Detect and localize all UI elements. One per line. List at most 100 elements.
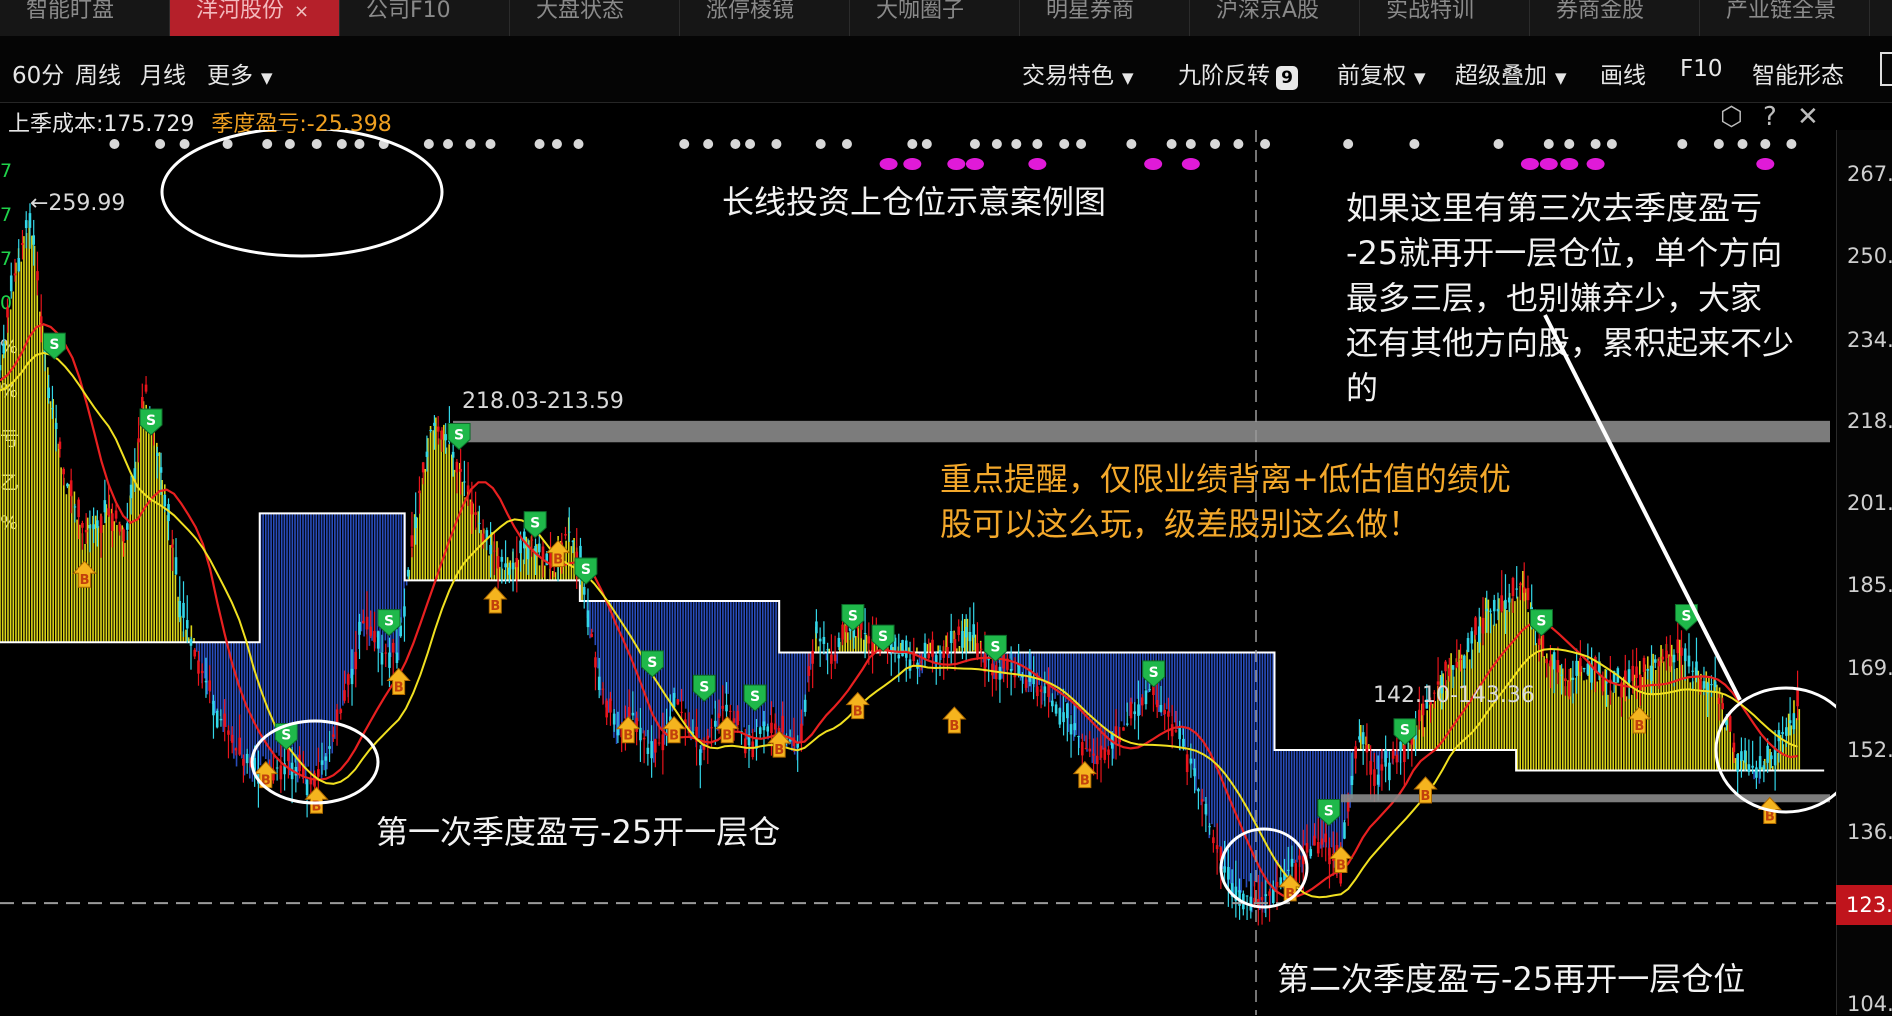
candle-body — [1125, 723, 1129, 725]
candle-body — [650, 741, 653, 759]
high-price-label: ←259.99 — [30, 191, 125, 216]
caret-down-icon: ▼ — [1414, 69, 1426, 87]
candle-body — [1507, 597, 1511, 603]
candle-body — [1380, 764, 1384, 771]
candle-body — [1290, 858, 1294, 867]
more-periods-dropdown[interactable]: 更多 ▼ — [207, 56, 273, 90]
candle-body — [904, 640, 908, 658]
chart-corner-icons: ⬡ ? ✕ — [1720, 102, 1831, 132]
candle-body — [1721, 703, 1724, 709]
candle-body — [474, 512, 477, 515]
candle-body — [395, 652, 399, 664]
signal-dot — [1076, 139, 1087, 149]
top-right-note-line: 如果这里有第三次去季度盈亏 — [1346, 189, 1762, 227]
candle-body — [1095, 755, 1099, 765]
period-60min-button[interactable]: 60分 — [12, 56, 64, 90]
candle-body — [1043, 686, 1047, 694]
sell-letter: S — [1536, 614, 1546, 630]
candle-body — [1140, 697, 1144, 706]
settings-hex-icon[interactable]: ⬡ — [1720, 102, 1743, 132]
candle-body — [81, 522, 84, 528]
candle-body — [391, 642, 395, 653]
candle-body — [429, 430, 432, 432]
candle-body — [751, 741, 755, 758]
signal-dot-magenta — [1756, 158, 1775, 170]
signal-dot-magenta — [1028, 158, 1047, 170]
candle-body — [766, 726, 770, 732]
close-icon[interactable]: ✕ — [1797, 102, 1819, 132]
candle-body — [1717, 697, 1721, 704]
tab-9[interactable]: 券商金股 — [1530, 0, 1700, 36]
candle-body — [96, 520, 99, 528]
candle-body — [961, 631, 964, 648]
candle-body — [1571, 677, 1575, 680]
signal-dot — [745, 139, 756, 149]
candle-body — [822, 636, 826, 644]
candle-body — [1770, 755, 1773, 760]
trade-feature-dropdown[interactable]: 交易特色 ▼ — [1022, 56, 1134, 90]
signal-dot — [1564, 139, 1575, 149]
tab-1[interactable]: 洋河股份 × — [170, 0, 340, 36]
candle-body — [1391, 749, 1395, 759]
buy-letter: B — [949, 719, 959, 734]
candle-body — [676, 699, 680, 705]
period-weekly-button[interactable]: 周线 — [75, 56, 121, 90]
overlay-dropdown[interactable]: 超级叠加 ▼ — [1455, 56, 1567, 90]
period-monthly-button[interactable]: 月线 — [140, 56, 186, 90]
candle-body — [1133, 711, 1137, 715]
candle-body — [1376, 774, 1380, 785]
nine-reversal-button[interactable]: 九阶反转 9 — [1178, 56, 1298, 90]
candle-body — [358, 621, 361, 635]
candle-body — [0, 365, 2, 371]
candle-body — [1148, 689, 1152, 691]
support-band-label: 142.10-143.36 — [1373, 683, 1535, 708]
candle-body — [1058, 708, 1062, 725]
tab-label: 大盘状态 — [536, 0, 625, 23]
tab-2[interactable]: 公司F10 — [340, 0, 510, 36]
candle-body — [129, 484, 133, 499]
draw-line-button[interactable]: 画线 — [1600, 56, 1646, 90]
candle-body — [425, 451, 429, 457]
signal-dot — [969, 139, 980, 149]
candle-body — [979, 648, 983, 650]
candle-body — [339, 709, 343, 713]
signal-dot-magenta — [903, 158, 922, 170]
candle-body — [36, 271, 39, 281]
y-tick-label: 201. — [1847, 491, 1892, 515]
candle-body — [1638, 674, 1642, 691]
tab-close-icon[interactable]: × — [294, 1, 309, 22]
tab-3[interactable]: 大盘状态 — [510, 0, 680, 36]
candle-body — [567, 531, 571, 533]
candle-body — [710, 727, 713, 729]
candle-body — [380, 652, 384, 665]
tab-6[interactable]: 明星券商 — [1020, 0, 1190, 36]
signal-dot — [284, 139, 295, 149]
tab-10[interactable]: 产业链全景 — [1700, 0, 1870, 36]
tab-8[interactable]: 实战特训 — [1360, 0, 1530, 36]
candle-body — [781, 715, 784, 733]
candle-body — [901, 640, 904, 657]
sell-letter: S — [878, 629, 888, 645]
f10-button[interactable]: F10 — [1680, 56, 1723, 82]
signal-dot-magenta — [1586, 158, 1605, 170]
adjust-dropdown[interactable]: 前复权 ▼ — [1337, 56, 1426, 90]
candle-body — [964, 627, 968, 638]
candle-body — [1099, 745, 1103, 758]
signal-dot — [1343, 139, 1354, 149]
smart-shape-button[interactable]: 智能形态 — [1752, 56, 1844, 90]
tab-7[interactable]: 沪深京A股 — [1190, 0, 1360, 36]
tab-5[interactable]: 大咖圈子 — [850, 0, 1020, 36]
tab-4[interactable]: 涨停棱镜 — [680, 0, 850, 36]
tab-0[interactable]: 智能盯盘 — [0, 0, 170, 36]
candle-body — [185, 620, 189, 629]
candle-body — [1066, 703, 1069, 719]
panel-toggle-icon[interactable] — [1880, 52, 1892, 86]
sell-signal-marker: S — [42, 332, 66, 360]
candle-body — [826, 649, 829, 651]
candle-body — [1298, 855, 1301, 860]
help-icon[interactable]: ? — [1763, 102, 1777, 132]
price-chart[interactable]: BBBBBBB B BBBBBBBBBBSSSSSSSSSSSSSSSSS S←259… — [0, 130, 1836, 1015]
candle-body — [1496, 608, 1500, 612]
candle-body — [762, 721, 766, 731]
candle-body — [1309, 849, 1313, 857]
